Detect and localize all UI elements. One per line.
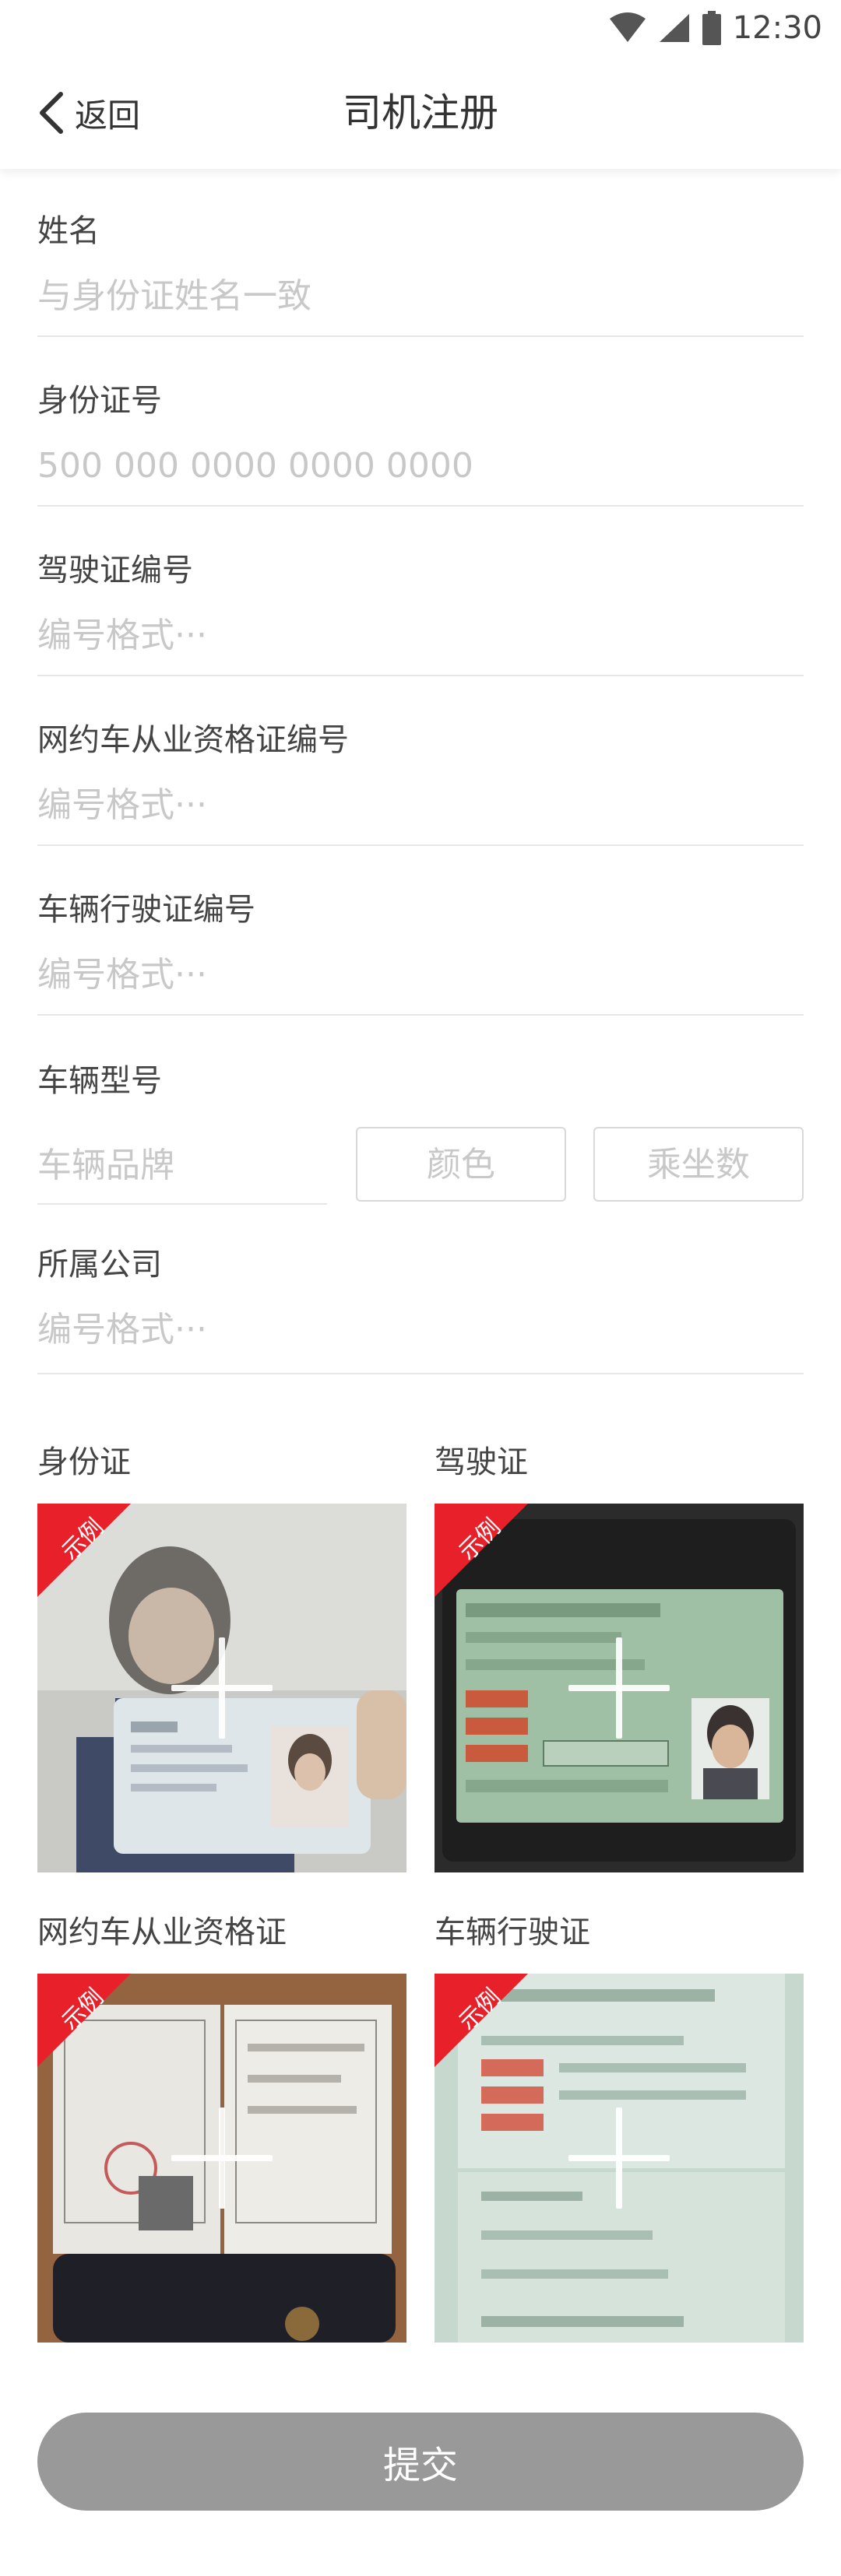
company-label: 所属公司 [37,1247,162,1283]
ride-hailing-cert-input[interactable] [37,781,804,828]
vehicle-license-label: 车辆行驶证编号 [37,892,255,928]
id-number-label: 身份证号 [37,383,162,419]
id-number-input[interactable] [37,442,804,489]
upload-label-id-card: 身份证 [37,1444,131,1480]
submit-button[interactable]: 提交 [37,2413,804,2511]
upload-ride-hailing-cert[interactable]: 示例 [37,1974,406,2343]
add-photo-icon [568,1637,670,1739]
vehicle-license-field: 车辆行驶证编号 [37,889,804,1016]
upload-label-ride-hailing-cert: 网约车从业资格证 [37,1914,287,1950]
id-number-field: 身份证号 [37,380,804,507]
page-title: 司机注册 [343,90,498,135]
status-bar: 12:30 [0,0,841,56]
status-time: 12:30 [732,10,822,46]
add-photo-icon [568,2107,670,2209]
name-label: 姓名 [37,213,100,249]
upload-driver-license[interactable]: 示例 [435,1504,804,1872]
wifi-icon [609,12,646,42]
upload-vehicle-license[interactable]: 示例 [435,1974,804,2343]
license-number-label: 驾驶证编号 [37,553,193,588]
add-photo-icon [171,1637,273,1739]
ride-hailing-cert-label: 网约车从业资格证编号 [37,722,349,758]
add-photo-icon [171,2107,273,2209]
upload-label-vehicle-license: 车辆行驶证 [435,1914,590,1950]
signal-icon [659,14,689,42]
upload-label-driver-license: 驾驶证 [435,1444,528,1480]
app-bar: 返回 司机注册 [0,56,841,169]
license-number-input[interactable] [37,612,804,658]
vehicle-color-input[interactable] [356,1127,566,1202]
ride-hailing-cert-field: 网约车从业资格证编号 [37,719,804,846]
name-input[interactable] [37,272,804,319]
vehicle-license-input[interactable] [37,951,804,998]
company-input[interactable] [37,1306,804,1353]
battery-icon [702,11,721,45]
status-icons: 12:30 [608,8,822,48]
name-field: 姓名 [37,210,804,337]
upload-id-card[interactable]: 示例 [37,1504,406,1872]
license-number-field: 驾驶证编号 [37,549,804,676]
company-field: 所属公司 [37,1244,804,1374]
vehicle-seats-input[interactable] [593,1127,804,1202]
vehicle-model-label: 车辆型号 [37,1063,162,1099]
vehicle-brand-input[interactable] [37,1127,327,1205]
